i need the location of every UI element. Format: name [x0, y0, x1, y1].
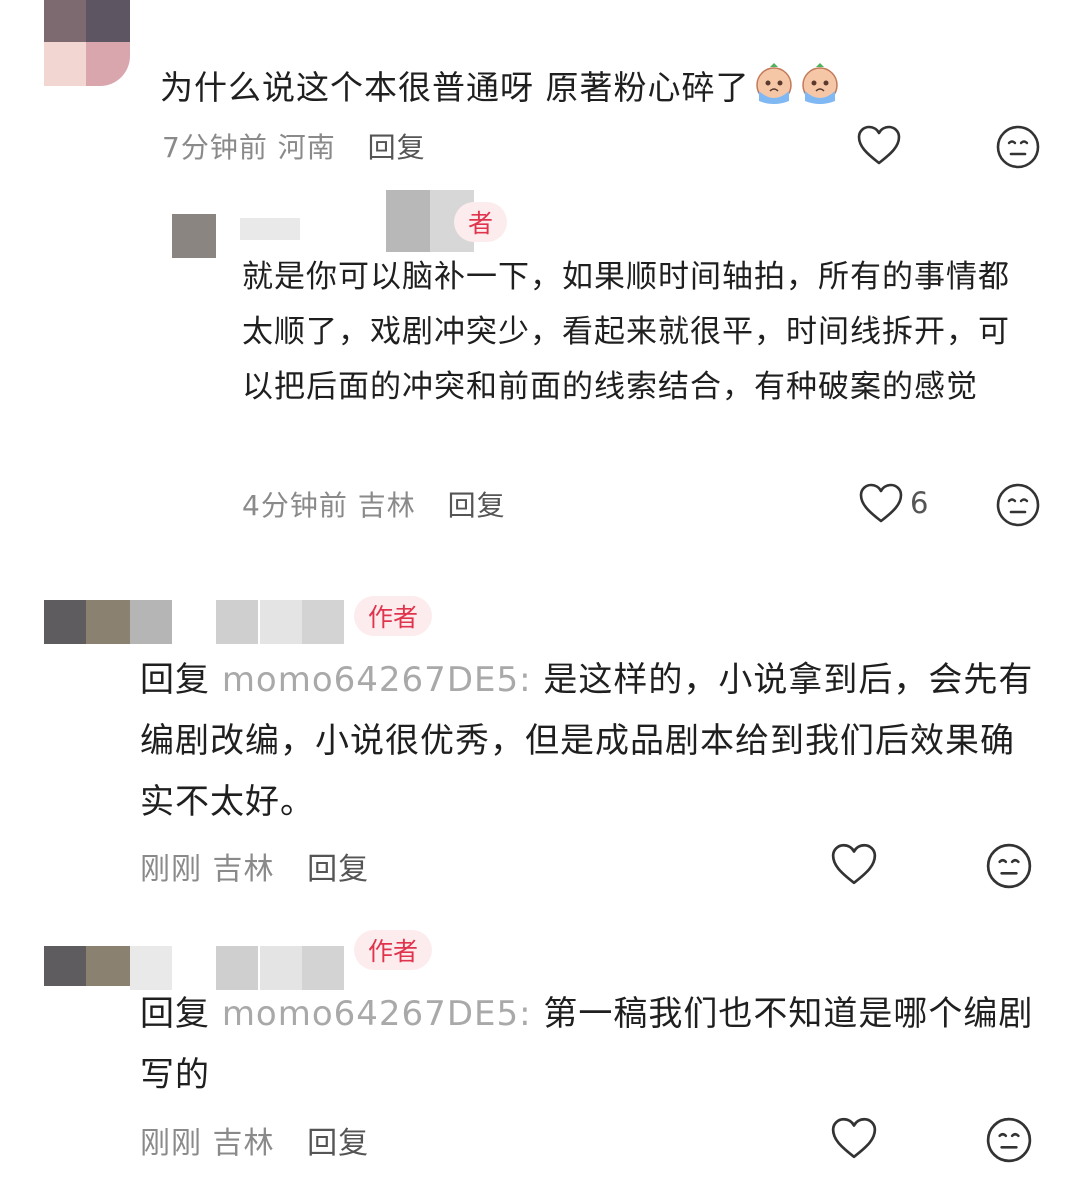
reply-button[interactable]: 回复: [307, 1126, 369, 1161]
mention-link[interactable]: momo64267DE5:: [222, 660, 532, 700]
heart-outline-icon[interactable]: [830, 842, 878, 886]
timestamp: 4分钟前: [242, 489, 348, 522]
reply-button[interactable]: 回复: [448, 489, 506, 522]
location: 河南: [277, 131, 336, 164]
heart-outline-icon[interactable]: [856, 124, 902, 166]
reply-meta: 4分钟前 吉林 回复: [242, 484, 506, 524]
timestamp: 7分钟前: [162, 131, 268, 164]
comment-meta: 刚刚 吉林 回复: [140, 844, 369, 888]
location: 吉林: [212, 1126, 275, 1161]
meh-face-icon[interactable]: [985, 1116, 1033, 1164]
mention-link[interactable]: momo64267DE5:: [222, 994, 532, 1034]
comment-body: 为什么说这个本很普通呀 原著粉心碎了: [160, 68, 750, 107]
username-blurred: [130, 600, 350, 646]
timestamp: 刚刚: [140, 1126, 202, 1161]
reply-prefix: 回复: [140, 660, 210, 700]
heart-outline-icon[interactable]: [830, 1116, 878, 1160]
meh-face-icon[interactable]: [985, 842, 1033, 890]
author-badge: 作者: [354, 930, 433, 970]
comment-meta: 7分钟前 河南 回复: [162, 126, 426, 166]
reply-prefix: 回复: [140, 994, 210, 1034]
avatar[interactable]: [172, 214, 216, 258]
comment-text: 回复 momo64267DE5: 第一稿我们也不知道是哪个编剧写的: [140, 984, 1040, 1106]
location: 吉林: [212, 852, 275, 887]
like-count: 6: [910, 486, 929, 520]
reply-button[interactable]: 回复: [368, 131, 426, 164]
author-badge: 作者: [354, 596, 433, 636]
heart-outline-icon[interactable]: [858, 482, 904, 524]
reply-button[interactable]: 回复: [307, 852, 369, 887]
meh-face-icon[interactable]: [995, 124, 1041, 170]
location: 吉林: [357, 489, 416, 522]
username-blurred: [240, 190, 480, 256]
timestamp: 刚刚: [140, 852, 202, 887]
reply-text: 就是你可以脑补一下，如果顺时间轴拍，所有的事情都太顺了，戏剧冲突少，看起来就很平…: [242, 259, 1010, 405]
crying-face-icon: [752, 61, 796, 122]
comment-meta: 刚刚 吉林 回复: [140, 1118, 369, 1162]
comment-text: 回复 momo64267DE5: 是这样的，小说拿到后，会先有编剧改编，小说很优…: [140, 650, 1040, 833]
comment-text: 为什么说这个本很普通呀 原著粉心碎了: [160, 60, 842, 122]
author-badge: 者: [454, 202, 508, 242]
meh-face-icon[interactable]: [995, 482, 1041, 528]
avatar[interactable]: [44, 946, 130, 992]
avatar[interactable]: [44, 0, 130, 86]
avatar[interactable]: [44, 600, 130, 646]
crying-face-icon: [798, 61, 842, 122]
